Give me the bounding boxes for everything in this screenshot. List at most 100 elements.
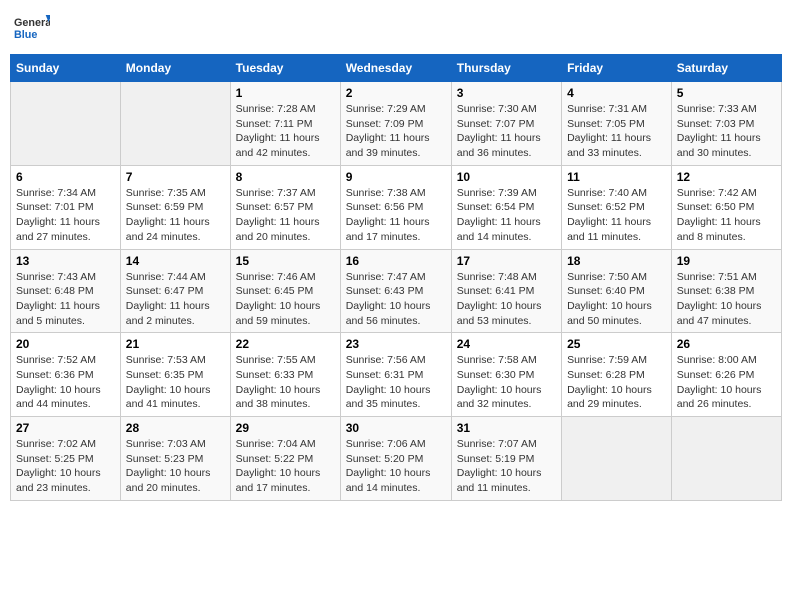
day-cell: 31Sunrise: 7:07 AMSunset: 5:19 PMDayligh… bbox=[451, 417, 561, 501]
day-info: Sunrise: 7:51 AMSunset: 6:38 PMDaylight:… bbox=[677, 270, 776, 329]
day-info: Sunrise: 7:58 AMSunset: 6:30 PMDaylight:… bbox=[457, 353, 556, 412]
day-info: Sunrise: 7:34 AMSunset: 7:01 PMDaylight:… bbox=[16, 186, 115, 245]
header-wednesday: Wednesday bbox=[340, 55, 451, 82]
day-info: Sunrise: 7:37 AMSunset: 6:57 PMDaylight:… bbox=[236, 186, 335, 245]
day-cell: 12Sunrise: 7:42 AMSunset: 6:50 PMDayligh… bbox=[671, 165, 781, 249]
day-info: Sunrise: 7:39 AMSunset: 6:54 PMDaylight:… bbox=[457, 186, 556, 245]
calendar-header-row: SundayMondayTuesdayWednesdayThursdayFrid… bbox=[11, 55, 782, 82]
day-cell: 17Sunrise: 7:48 AMSunset: 6:41 PMDayligh… bbox=[451, 249, 561, 333]
day-cell: 30Sunrise: 7:06 AMSunset: 5:20 PMDayligh… bbox=[340, 417, 451, 501]
day-info: Sunrise: 7:29 AMSunset: 7:09 PMDaylight:… bbox=[346, 102, 446, 161]
day-info: Sunrise: 7:47 AMSunset: 6:43 PMDaylight:… bbox=[346, 270, 446, 329]
day-cell: 5 Sunrise: 7:33 AMSunset: 7:03 PMDaylight… bbox=[671, 82, 781, 166]
day-number: 5 bbox=[677, 86, 776, 100]
day-cell: 7Sunrise: 7:35 AMSunset: 6:59 PMDaylight… bbox=[120, 165, 230, 249]
day-cell: 2 Sunrise: 7:29 AMSunset: 7:09 PMDaylight… bbox=[340, 82, 451, 166]
day-info: Sunrise: 7:06 AMSunset: 5:20 PMDaylight:… bbox=[346, 437, 446, 496]
day-cell: 19 Sunrise: 7:51 AMSunset: 6:38 PMDayligh… bbox=[671, 249, 781, 333]
day-number: 14 bbox=[126, 254, 225, 268]
day-cell: 13 Sunrise: 7:43 AMSunset: 6:48 PMDayligh… bbox=[11, 249, 121, 333]
day-info: Sunrise: 7:52 AMSunset: 6:36 PMDaylight:… bbox=[16, 353, 115, 412]
header-sunday: Sunday bbox=[11, 55, 121, 82]
day-info: Sunrise: 7:56 AMSunset: 6:31 PMDaylight:… bbox=[346, 353, 446, 412]
day-info: Sunrise: 7:43 AMSunset: 6:48 PMDaylight:… bbox=[16, 270, 115, 329]
day-info: Sunrise: 7:50 AMSunset: 6:40 PMDaylight:… bbox=[567, 270, 666, 329]
calendar-table: SundayMondayTuesdayWednesdayThursdayFrid… bbox=[10, 54, 782, 501]
day-number: 16 bbox=[346, 254, 446, 268]
day-cell: 10Sunrise: 7:39 AMSunset: 6:54 PMDayligh… bbox=[451, 165, 561, 249]
header-monday: Monday bbox=[120, 55, 230, 82]
day-info: Sunrise: 7:33 AMSunset: 7:03 PMDaylight:… bbox=[677, 102, 776, 161]
day-cell: 6 Sunrise: 7:34 AMSunset: 7:01 PMDaylight… bbox=[11, 165, 121, 249]
day-cell: 24 Sunrise: 7:58 AMSunset: 6:30 PMDayligh… bbox=[451, 333, 561, 417]
day-info: Sunrise: 7:31 AMSunset: 7:05 PMDaylight:… bbox=[567, 102, 666, 161]
day-number: 29 bbox=[236, 421, 335, 435]
day-cell: 22 Sunrise: 7:55 AMSunset: 6:33 PMDayligh… bbox=[230, 333, 340, 417]
day-info: Sunrise: 8:00 AMSunset: 6:26 PMDaylight:… bbox=[677, 353, 776, 412]
day-number: 3 bbox=[457, 86, 556, 100]
day-number: 22 bbox=[236, 337, 335, 351]
day-number: 18 bbox=[567, 254, 666, 268]
day-info: Sunrise: 7:46 AMSunset: 6:45 PMDaylight:… bbox=[236, 270, 335, 329]
day-cell: 3 Sunrise: 7:30 AMSunset: 7:07 PMDaylight… bbox=[451, 82, 561, 166]
day-info: Sunrise: 7:38 AMSunset: 6:56 PMDaylight:… bbox=[346, 186, 446, 245]
day-number: 13 bbox=[16, 254, 115, 268]
logo: General Blue bbox=[14, 10, 50, 46]
day-number: 28 bbox=[126, 421, 225, 435]
day-info: Sunrise: 7:42 AMSunset: 6:50 PMDaylight:… bbox=[677, 186, 776, 245]
header-tuesday: Tuesday bbox=[230, 55, 340, 82]
day-number: 11 bbox=[567, 170, 666, 184]
day-info: Sunrise: 7:53 AMSunset: 6:35 PMDaylight:… bbox=[126, 353, 225, 412]
day-info: Sunrise: 7:30 AMSunset: 7:07 PMDaylight:… bbox=[457, 102, 556, 161]
day-number: 4 bbox=[567, 86, 666, 100]
week-row-3: 13 Sunrise: 7:43 AMSunset: 6:48 PMDayligh… bbox=[11, 249, 782, 333]
day-cell: 21 Sunrise: 7:53 AMSunset: 6:35 PMDayligh… bbox=[120, 333, 230, 417]
day-info: Sunrise: 7:59 AMSunset: 6:28 PMDaylight:… bbox=[567, 353, 666, 412]
day-number: 8 bbox=[236, 170, 335, 184]
day-number: 19 bbox=[677, 254, 776, 268]
day-cell: 4 Sunrise: 7:31 AMSunset: 7:05 PMDaylight… bbox=[562, 82, 672, 166]
day-info: Sunrise: 7:02 AMSunset: 5:25 PMDaylight:… bbox=[16, 437, 115, 496]
header-friday: Friday bbox=[562, 55, 672, 82]
svg-text:Blue: Blue bbox=[14, 29, 37, 41]
day-cell bbox=[562, 417, 672, 501]
day-number: 1 bbox=[236, 86, 335, 100]
day-cell: 23 Sunrise: 7:56 AMSunset: 6:31 PMDayligh… bbox=[340, 333, 451, 417]
week-row-1: 1 Sunrise: 7:28 AMSunset: 7:11 PMDaylight… bbox=[11, 82, 782, 166]
day-info: Sunrise: 7:48 AMSunset: 6:41 PMDaylight:… bbox=[457, 270, 556, 329]
day-cell: 11 Sunrise: 7:40 AMSunset: 6:52 PMDayligh… bbox=[562, 165, 672, 249]
day-cell bbox=[11, 82, 121, 166]
day-number: 23 bbox=[346, 337, 446, 351]
day-number: 2 bbox=[346, 86, 446, 100]
day-cell: 1 Sunrise: 7:28 AMSunset: 7:11 PMDaylight… bbox=[230, 82, 340, 166]
day-info: Sunrise: 7:40 AMSunset: 6:52 PMDaylight:… bbox=[567, 186, 666, 245]
day-cell bbox=[671, 417, 781, 501]
day-info: Sunrise: 7:28 AMSunset: 7:11 PMDaylight:… bbox=[236, 102, 335, 161]
day-cell: 25Sunrise: 7:59 AMSunset: 6:28 PMDayligh… bbox=[562, 333, 672, 417]
day-number: 27 bbox=[16, 421, 115, 435]
day-info: Sunrise: 7:35 AMSunset: 6:59 PMDaylight:… bbox=[126, 186, 225, 245]
day-cell: 29Sunrise: 7:04 AMSunset: 5:22 PMDayligh… bbox=[230, 417, 340, 501]
logo-svg: General Blue bbox=[14, 10, 50, 46]
svg-text:General: General bbox=[14, 17, 50, 29]
day-info: Sunrise: 7:55 AMSunset: 6:33 PMDaylight:… bbox=[236, 353, 335, 412]
day-cell: 26Sunrise: 8:00 AMSunset: 6:26 PMDayligh… bbox=[671, 333, 781, 417]
day-cell: 14 Sunrise: 7:44 AMSunset: 6:47 PMDayligh… bbox=[120, 249, 230, 333]
day-number: 20 bbox=[16, 337, 115, 351]
day-info: Sunrise: 7:44 AMSunset: 6:47 PMDaylight:… bbox=[126, 270, 225, 329]
day-info: Sunrise: 7:03 AMSunset: 5:23 PMDaylight:… bbox=[126, 437, 225, 496]
day-cell: 9 Sunrise: 7:38 AMSunset: 6:56 PMDaylight… bbox=[340, 165, 451, 249]
day-number: 6 bbox=[16, 170, 115, 184]
day-cell: 20 Sunrise: 7:52 AMSunset: 6:36 PMDayligh… bbox=[11, 333, 121, 417]
day-cell: 18 Sunrise: 7:50 AMSunset: 6:40 PMDayligh… bbox=[562, 249, 672, 333]
day-number: 9 bbox=[346, 170, 446, 184]
day-cell bbox=[120, 82, 230, 166]
day-number: 15 bbox=[236, 254, 335, 268]
day-cell: 16 Sunrise: 7:47 AMSunset: 6:43 PMDayligh… bbox=[340, 249, 451, 333]
week-row-4: 20 Sunrise: 7:52 AMSunset: 6:36 PMDayligh… bbox=[11, 333, 782, 417]
day-cell: 8 Sunrise: 7:37 AMSunset: 6:57 PMDaylight… bbox=[230, 165, 340, 249]
day-number: 24 bbox=[457, 337, 556, 351]
day-cell: 15 Sunrise: 7:46 AMSunset: 6:45 PMDayligh… bbox=[230, 249, 340, 333]
week-row-5: 27 Sunrise: 7:02 AMSunset: 5:25 PMDayligh… bbox=[11, 417, 782, 501]
day-number: 21 bbox=[126, 337, 225, 351]
